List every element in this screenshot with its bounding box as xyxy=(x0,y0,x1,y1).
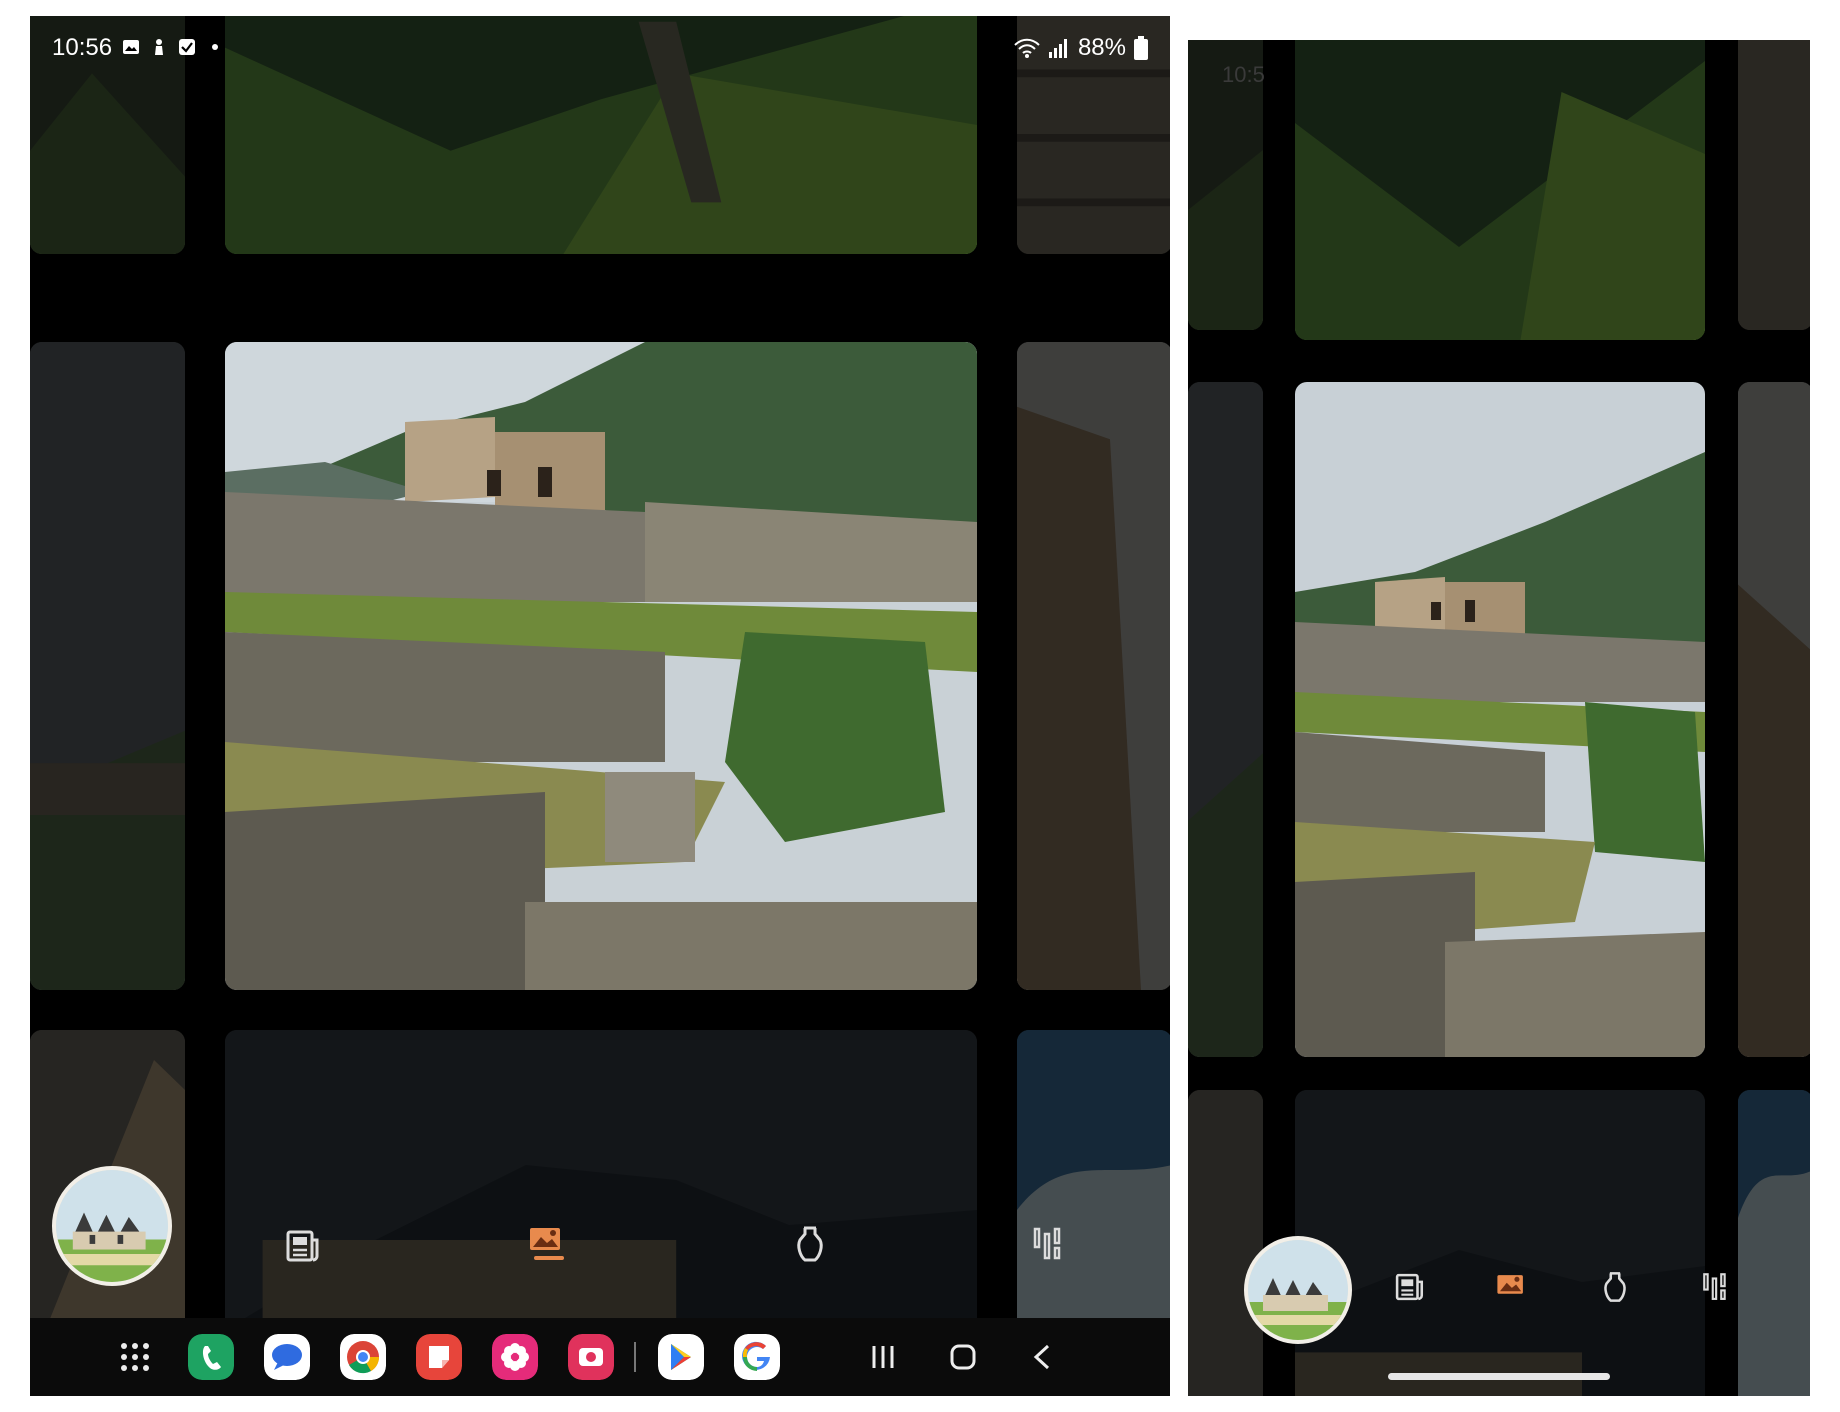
avatar[interactable] xyxy=(52,1166,172,1286)
artifact-icon[interactable] xyxy=(790,1224,830,1264)
status-time-partial: 10:5 xyxy=(1222,62,1265,87)
google-app-icon[interactable] xyxy=(734,1334,780,1380)
photo-tile-middle-right[interactable] xyxy=(1017,342,1170,990)
status-time: 10:56 xyxy=(52,34,113,61)
photo-tile-bottom-left[interactable] xyxy=(1188,1090,1263,1396)
chrome-app-icon[interactable] xyxy=(340,1334,386,1380)
photo-tile-middle-left[interactable] xyxy=(30,342,185,990)
notes-app-icon[interactable] xyxy=(416,1334,462,1380)
home-indicator[interactable] xyxy=(1388,1373,1610,1380)
play-store-icon[interactable] xyxy=(658,1334,704,1380)
more-notifications-dot-icon xyxy=(212,44,218,50)
avatar[interactable] xyxy=(1244,1236,1352,1344)
photo-tile-middle-left[interactable] xyxy=(1188,382,1263,1057)
battery-percent: 88% xyxy=(1077,34,1126,61)
photo-tile-selected[interactable] xyxy=(225,342,977,990)
camera-app-icon[interactable] xyxy=(568,1334,614,1380)
status-bar: 10:56 88% xyxy=(30,16,1170,80)
photo-tile-selected[interactable] xyxy=(1295,382,1705,1057)
artifact-icon[interactable] xyxy=(1598,1270,1632,1304)
photo-tile-top-center[interactable] xyxy=(1295,40,1705,340)
taskbar xyxy=(30,1318,1170,1396)
left-phone-screen: 10:56 88% xyxy=(30,16,1170,1396)
equalizer-icon[interactable] xyxy=(1030,1224,1070,1264)
person-notification-icon xyxy=(155,39,163,55)
task-notification-icon xyxy=(179,39,195,55)
photo-tile-top-right[interactable] xyxy=(1738,40,1810,330)
back-button-icon[interactable] xyxy=(1026,1340,1060,1374)
photo-tile-bottom-center[interactable] xyxy=(1295,1090,1705,1396)
messages-app-icon[interactable] xyxy=(264,1334,310,1380)
photo-tile-bottom-center[interactable] xyxy=(225,1030,977,1330)
phone-app-icon[interactable] xyxy=(188,1334,234,1380)
taskbar-divider xyxy=(634,1342,636,1372)
gallery-notification-icon xyxy=(123,40,139,54)
right-phone-screen: 10:5 xyxy=(1188,40,1810,1396)
news-icon[interactable] xyxy=(1392,1270,1426,1304)
home-button-icon[interactable] xyxy=(946,1340,980,1374)
gallery-icon[interactable] xyxy=(526,1222,566,1262)
flower-app-icon[interactable] xyxy=(492,1334,538,1380)
photo-tile-middle-right[interactable] xyxy=(1738,382,1810,1057)
signal-icon xyxy=(1048,39,1067,58)
equalizer-icon[interactable] xyxy=(1700,1270,1734,1304)
recents-button-icon[interactable] xyxy=(866,1340,900,1374)
app-drawer-icon[interactable] xyxy=(112,1334,158,1380)
gallery-icon[interactable] xyxy=(1494,1270,1528,1304)
photo-tile-bottom-right[interactable] xyxy=(1017,1030,1170,1330)
news-icon[interactable] xyxy=(282,1226,322,1266)
battery-icon xyxy=(1134,36,1148,60)
photo-tile-bottom-right[interactable] xyxy=(1738,1090,1810,1396)
wifi-icon xyxy=(1014,38,1040,58)
